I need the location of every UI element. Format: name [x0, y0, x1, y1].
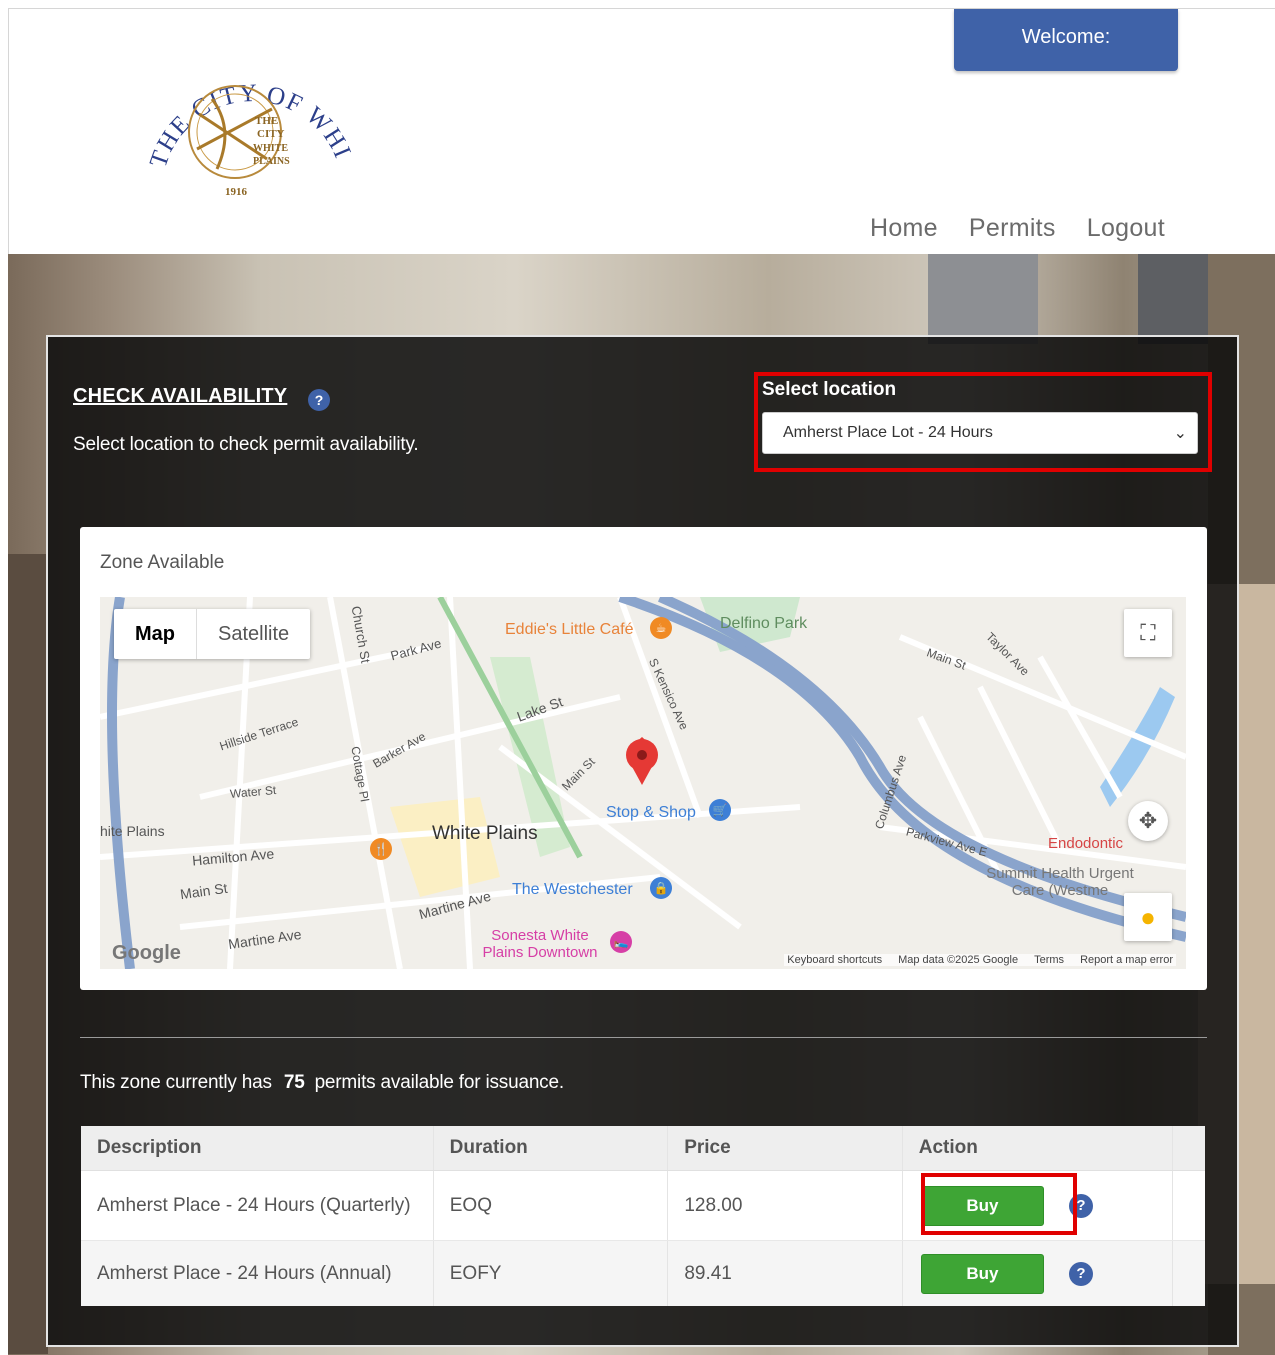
buy-button[interactable]: Buy [920, 1253, 1044, 1294]
chevron-down-icon: ⌄ [1173, 425, 1187, 442]
map-poi-delfino[interactable]: Delfino Park [720, 615, 807, 633]
row-spacer [1173, 1241, 1205, 1306]
map-report-error[interactable]: Report a map error [1080, 954, 1173, 966]
map-poi-eddies[interactable]: Eddie's Little Café [505, 621, 633, 639]
row-price: 89.41 [668, 1241, 903, 1306]
map-poi-stop-shop[interactable]: Stop & Shop [606, 804, 696, 822]
location-select-label: Select location [762, 379, 897, 400]
table-row: Amherst Place - 24 Hours (Annual) EOFY 8… [81, 1240, 1205, 1306]
map-tab-satellite[interactable]: Satellite [197, 609, 310, 659]
map-keyboard-shortcuts[interactable]: Keyboard shortcuts [787, 954, 882, 966]
table-header: Description Duration Price Action [81, 1126, 1205, 1170]
location-select-highlight: Select location Amherst Place Lot - 24 H… [754, 372, 1212, 472]
main-nav: Home Permits Logout [870, 214, 1165, 243]
svg-text:THE: THE [255, 115, 278, 127]
svg-text:THE CITY OF WHITE PLAINS: THE CITY OF WHITE PLAINS [137, 29, 356, 171]
row-spacer [1173, 1171, 1205, 1240]
rotate-icon[interactable]: ✥ [1128, 801, 1168, 841]
map-poi-sonesta[interactable]: Sonesta White Plains Downtown [470, 927, 610, 961]
map-poi-endodontic[interactable]: Endodontic [1048, 835, 1123, 852]
availability-panel: CHECK AVAILABILITY ? Select location to … [46, 335, 1239, 1347]
row-action: Buy ? [903, 1241, 1173, 1306]
welcome-button[interactable]: Welcome: [954, 9, 1178, 71]
row-description: Amherst Place - 24 Hours (Annual) [81, 1241, 434, 1306]
header-description: Description [81, 1126, 434, 1170]
map-label-white-plains: White Plains [432, 823, 538, 844]
help-icon[interactable]: ? [1068, 1261, 1093, 1286]
nav-permits[interactable]: Permits [969, 214, 1056, 243]
permit-count: 75 [283, 1072, 305, 1093]
divider [80, 1037, 1207, 1038]
location-select-value: Amherst Place Lot - 24 Hours [783, 424, 993, 441]
shopping-cart-icon[interactable]: 🛒 [709, 799, 731, 821]
city-seal-logo[interactable]: THE CITY OF WHITE PLAINS THE CITY WHITE … [127, 8, 357, 209]
svg-text:PLAINS: PLAINS [253, 156, 290, 167]
buy-button-highlight [921, 1173, 1077, 1235]
location-select[interactable]: Amherst Place Lot - 24 Hours ⌄ [762, 412, 1198, 454]
zone-card: Zone Available Church St Park Ave Lake S… [80, 527, 1207, 990]
header-spacer [1173, 1126, 1205, 1170]
restaurant-icon[interactable]: ☕ [650, 617, 672, 639]
row-description: Amherst Place - 24 Hours (Quarterly) [81, 1171, 434, 1240]
map-poi-westchester[interactable]: The Westchester [512, 881, 633, 899]
map-terms[interactable]: Terms [1034, 954, 1064, 966]
row-duration: EOFY [434, 1241, 669, 1306]
map[interactable]: Church St Park Ave Lake St Hillside Terr… [100, 597, 1186, 969]
check-availability-title: CHECK AVAILABILITY [73, 385, 288, 407]
check-availability-subtitle: Select location to check permit availabi… [73, 434, 419, 455]
fullscreen-icon[interactable]: ⛶ [1124, 609, 1172, 657]
page: THE CITY OF WHITE PLAINS THE CITY WHITE … [0, 0, 1275, 1355]
availability-prefix: This zone currently has [80, 1072, 272, 1093]
food-icon[interactable]: 🍴 [370, 838, 392, 860]
shopping-bag-icon[interactable]: 🔒 [650, 877, 672, 899]
header-price: Price [668, 1126, 903, 1170]
availability-suffix: permits available for issuance. [314, 1072, 565, 1093]
row-duration: EOQ [434, 1171, 669, 1240]
zone-availability-text: This zone currently has 75 permits availab… [80, 1072, 564, 1094]
svg-text:WHITE: WHITE [253, 143, 288, 154]
hotel-icon[interactable]: 🛌 [610, 931, 632, 953]
street-view-pegman-icon[interactable]: ● [1124, 893, 1172, 941]
site-header: THE CITY OF WHITE PLAINS THE CITY WHITE … [8, 8, 1275, 254]
map-label-white-plains-rail: hite Plains [100, 823, 165, 839]
map-data-attribution: Map data ©2025 Google [898, 954, 1019, 966]
map-footer: Keyboard shortcuts Map data ©2025 Google… [784, 954, 1176, 966]
nav-logout[interactable]: Logout [1087, 214, 1165, 243]
map-tab-map[interactable]: Map [114, 609, 197, 659]
header-action: Action [903, 1126, 1173, 1170]
row-price: 128.00 [668, 1171, 903, 1240]
nav-home[interactable]: Home [870, 214, 938, 243]
zone-title: Zone Available [100, 552, 225, 573]
svg-text:1916: 1916 [225, 186, 248, 198]
svg-text:CITY: CITY [257, 128, 285, 140]
google-logo: Google [112, 942, 181, 964]
header-duration: Duration [434, 1126, 669, 1170]
map-type-tabs: Map Satellite [114, 609, 311, 659]
map-poi-summit[interactable]: Summit Health Urgent Care (Westme [970, 865, 1150, 899]
help-icon[interactable]: ? [308, 389, 330, 411]
